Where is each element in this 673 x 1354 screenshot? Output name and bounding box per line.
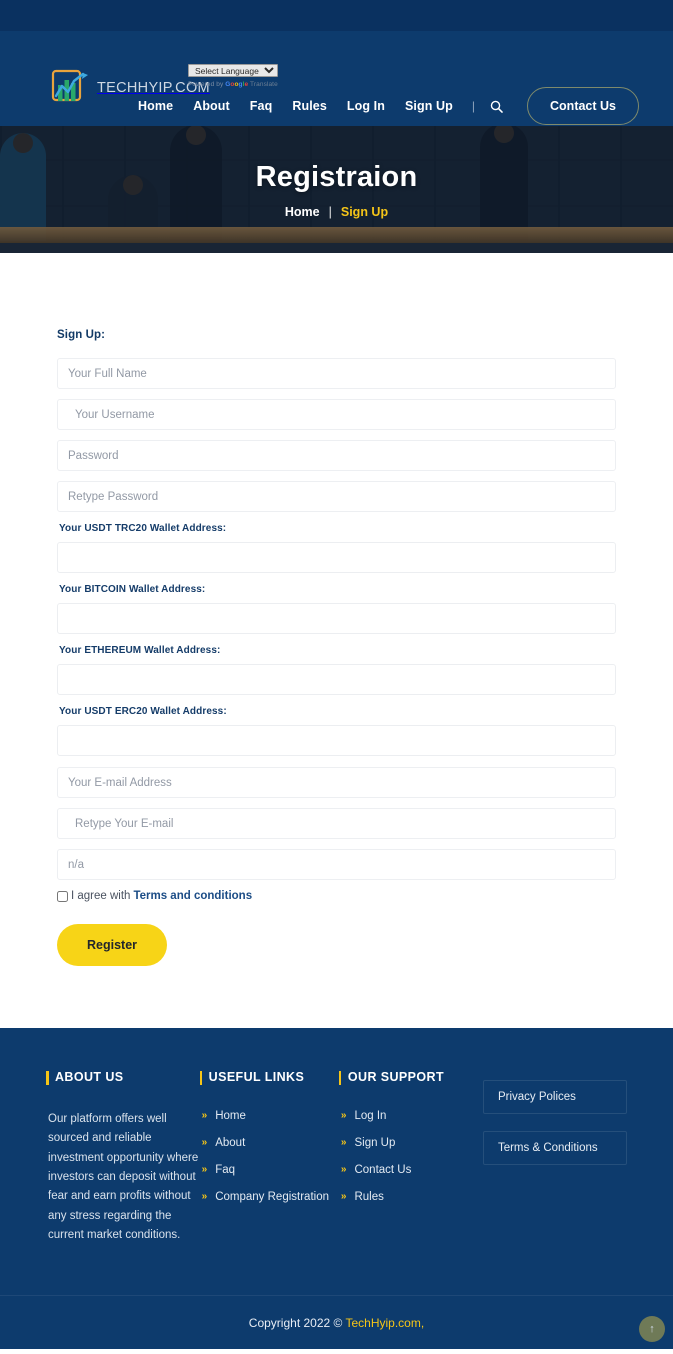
usdt-erc20-input[interactable] (57, 725, 616, 756)
footer-link-label: About (215, 1137, 246, 1149)
footer-columns: ABOUT US Our platform offers well source… (0, 1070, 673, 1245)
site-header: TECHHYIP.COM Select Language Powered by … (0, 31, 673, 126)
contact-us-button[interactable]: Contact Us (527, 87, 639, 125)
useful-links-heading: USEFUL LINKS (199, 1070, 339, 1085)
signup-form: Sign Up: Your USDT TRC20 Wallet Address:… (57, 329, 616, 966)
footer-column-about: ABOUT US Our platform offers well source… (46, 1070, 200, 1245)
footer-link-rules[interactable]: » Rules (339, 1191, 483, 1203)
page-title: Registraion (255, 160, 418, 193)
footer-link-label: Company Registration (215, 1191, 329, 1203)
footer-link-label: Contact Us (354, 1164, 412, 1176)
scroll-to-top-button[interactable]: ↑ (639, 1316, 665, 1343)
footer-column-useful-links: USEFUL LINKS » Home » About » Faq » Comp… (199, 1070, 339, 1245)
hero-content: Registraion Home | Sign Up (0, 126, 673, 253)
nav-item-login[interactable]: Log In (337, 99, 395, 113)
nav-item-home[interactable]: Home (128, 99, 183, 113)
chevron-double-right-icon: » (201, 1110, 208, 1121)
copyright-text: Copyright 2022 © TechHyip.com, (249, 1316, 424, 1330)
nav-item-rules[interactable]: Rules (282, 99, 337, 113)
nav-divider: | (471, 99, 476, 113)
footer-link-company-registration[interactable]: » Company Registration (200, 1191, 339, 1203)
footer-link-label: Rules (354, 1191, 384, 1203)
privacy-policy-link[interactable]: Privacy Polices (482, 1080, 627, 1114)
ethereum-label: Your ETHEREUM Wallet Address: (59, 645, 221, 656)
breadcrumb-current: Sign Up (340, 204, 389, 219)
chevron-double-right-icon: » (201, 1137, 208, 1148)
search-icon[interactable] (484, 100, 509, 113)
ethereum-input[interactable] (57, 664, 616, 695)
usdt-erc20-label: Your USDT ERC20 Wallet Address: (59, 706, 227, 717)
nav-item-signup[interactable]: Sign Up (395, 99, 463, 113)
page-hero-banner: Registraion Home | Sign Up (0, 126, 673, 253)
our-support-heading: OUR SUPPORT (338, 1070, 483, 1085)
chevron-double-right-icon: » (340, 1164, 347, 1175)
footer-column-policy: Privacy Polices Terms & Conditions (482, 1070, 627, 1245)
full-name-input[interactable] (57, 358, 616, 389)
password-input[interactable] (57, 440, 616, 471)
site-footer: ABOUT US Our platform offers well source… (0, 1028, 673, 1350)
chevron-double-right-icon: » (340, 1191, 347, 1202)
footer-link-about[interactable]: » About (200, 1137, 339, 1149)
arrow-up-icon: ↑ (649, 1322, 655, 1335)
retype-email-input[interactable] (57, 808, 616, 839)
registration-main: Sign Up: Your USDT TRC20 Wallet Address:… (0, 253, 673, 1028)
copyright-brand: TechHyip.com, (345, 1315, 425, 1330)
retype-password-input[interactable] (57, 481, 616, 512)
bitcoin-label: Your BITCOIN Wallet Address: (59, 584, 206, 595)
footer-link-label: Home (215, 1110, 246, 1122)
usdt-trc20-label: Your USDT TRC20 Wallet Address: (59, 523, 227, 534)
bitcoin-input[interactable] (57, 603, 616, 634)
nav-item-faq[interactable]: Faq (240, 99, 283, 113)
about-us-heading: ABOUT US (46, 1070, 200, 1085)
search-glyph (490, 100, 503, 113)
chevron-double-right-icon: » (340, 1137, 347, 1148)
username-input[interactable] (57, 399, 616, 430)
footer-link-label: Faq (215, 1164, 236, 1176)
email-input[interactable] (57, 767, 616, 798)
breadcrumb: Home | Sign Up (285, 205, 388, 219)
nav-item-about[interactable]: About (183, 99, 240, 113)
register-button[interactable]: Register (57, 924, 168, 966)
breadcrumb-home[interactable]: Home (285, 205, 320, 219)
terms-conditions-link[interactable]: Terms & Conditions (482, 1131, 627, 1165)
usdt-trc20-input[interactable] (57, 542, 616, 573)
footer-link-home[interactable]: » Home (200, 1110, 339, 1122)
referrer-input[interactable] (57, 849, 616, 880)
chevron-double-right-icon: » (201, 1191, 208, 1202)
chevron-double-right-icon: » (201, 1164, 208, 1175)
footer-column-support: OUR SUPPORT » Log In » Sign Up » Contact… (338, 1070, 483, 1245)
main-navigation: Home About Faq Rules Log In Sign Up | Co… (128, 87, 639, 125)
chevron-double-right-icon: » (340, 1110, 347, 1121)
footer-link-contact-us[interactable]: » Contact Us (339, 1164, 483, 1176)
footer-link-label: Log In (354, 1110, 387, 1122)
terms-agreement-row[interactable]: I agree with Terms and conditions (57, 890, 616, 902)
chart-logo-icon (51, 69, 88, 102)
footer-link-faq[interactable]: » Faq (200, 1164, 339, 1176)
about-us-text: Our platform offers well sourced and rel… (48, 1113, 199, 1241)
footer-link-signup[interactable]: » Sign Up (339, 1137, 483, 1149)
footer-link-login[interactable]: » Log In (339, 1110, 483, 1122)
terms-and-conditions-link[interactable]: Terms and conditions (133, 890, 252, 902)
top-bar (0, 0, 673, 31)
copyright-prefix: Copyright 2022 © (248, 1315, 346, 1330)
copyright-bar: Copyright 2022 © TechHyip.com, ↑ (0, 1295, 673, 1349)
form-heading: Sign Up: (57, 329, 106, 341)
terms-checkbox[interactable] (57, 890, 68, 902)
footer-link-label: Sign Up (354, 1137, 396, 1149)
language-select[interactable]: Select Language (188, 64, 278, 77)
agree-label: I agree with (71, 890, 131, 902)
breadcrumb-separator: | (328, 204, 332, 219)
google-translate-widget[interactable]: Select Language Powered by Google Transl… (188, 64, 278, 88)
